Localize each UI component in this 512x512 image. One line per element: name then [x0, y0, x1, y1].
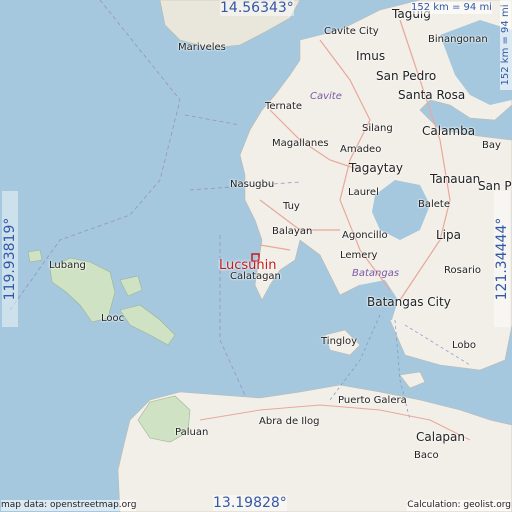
place-balete: Balete: [418, 199, 450, 210]
ambil-island: [119, 304, 176, 346]
place-amadeo: Amadeo: [340, 144, 382, 155]
location-label: Lucsuhin: [219, 258, 277, 273]
place-binangonan: Binangonan: [428, 34, 488, 45]
place-magallanes: Magallanes: [272, 138, 329, 149]
place-agoncillo: Agoncillo: [342, 230, 388, 241]
place-balayan: Balayan: [272, 226, 313, 237]
place-ternate: Ternate: [265, 101, 303, 112]
place-batangas-city: Batangas City: [367, 295, 451, 309]
place-cavite-city: Cavite City: [324, 26, 379, 37]
verde-island: [399, 371, 426, 389]
scale-top: 152 km = 94 mi: [411, 2, 492, 14]
place-laurel: Laurel: [348, 187, 379, 198]
place-calamba: Calamba: [422, 124, 476, 138]
place-tuy: Tuy: [283, 201, 300, 212]
place-imus: Imus: [356, 49, 386, 63]
place-san-pedro: San Pedro: [376, 69, 437, 83]
place-cavite-province: Cavite: [310, 91, 342, 102]
place-tagaytay: Tagaytay: [349, 161, 403, 175]
coordinate-top: 14.56343°: [220, 0, 294, 16]
place-lubang: Lubang: [49, 260, 86, 271]
place-calapan: Calapan: [416, 430, 465, 444]
place-rosario: Rosario: [444, 265, 481, 276]
small-island-1: [27, 249, 43, 263]
place-silang: Silang: [362, 123, 393, 134]
coordinate-left: 119.93819°: [2, 191, 18, 327]
map-attribution: map data: openstreetmap.org: [1, 500, 137, 511]
place-looc: Looc: [101, 313, 125, 324]
place-lemery: Lemery: [340, 250, 378, 261]
place-paluan: Paluan: [175, 427, 209, 438]
coordinate-right: 121.34444°: [494, 191, 510, 327]
small-island-2: [119, 275, 143, 297]
scale-right: 152 km = 94 mi: [500, 0, 512, 90]
place-santa-rosa: Santa Rosa: [398, 88, 466, 102]
coordinate-bottom: 13.19828°: [213, 495, 287, 511]
place-baco: Baco: [414, 450, 439, 461]
place-mariveles: Mariveles: [178, 42, 226, 53]
place-lobo: Lobo: [452, 340, 476, 351]
map-canvas[interactable]: Taguig Cavite City Binangonan Mariveles …: [0, 0, 512, 512]
place-puerto-galera: Puerto Galera: [338, 395, 407, 406]
place-tanauan: Tanauan: [430, 172, 481, 186]
place-tingloy: Tingloy: [321, 336, 358, 347]
place-lipa: Lipa: [436, 228, 461, 242]
place-bay: Bay: [482, 140, 501, 151]
place-batangas-province: Batangas: [352, 268, 400, 279]
place-abra-de-ilog: Abra de Ilog: [259, 416, 320, 427]
calculation-attribution: Calculation: geolist.org: [407, 500, 511, 511]
place-nasugbu: Nasugbu: [230, 179, 275, 190]
maritime-boundary: [9, 0, 181, 311]
